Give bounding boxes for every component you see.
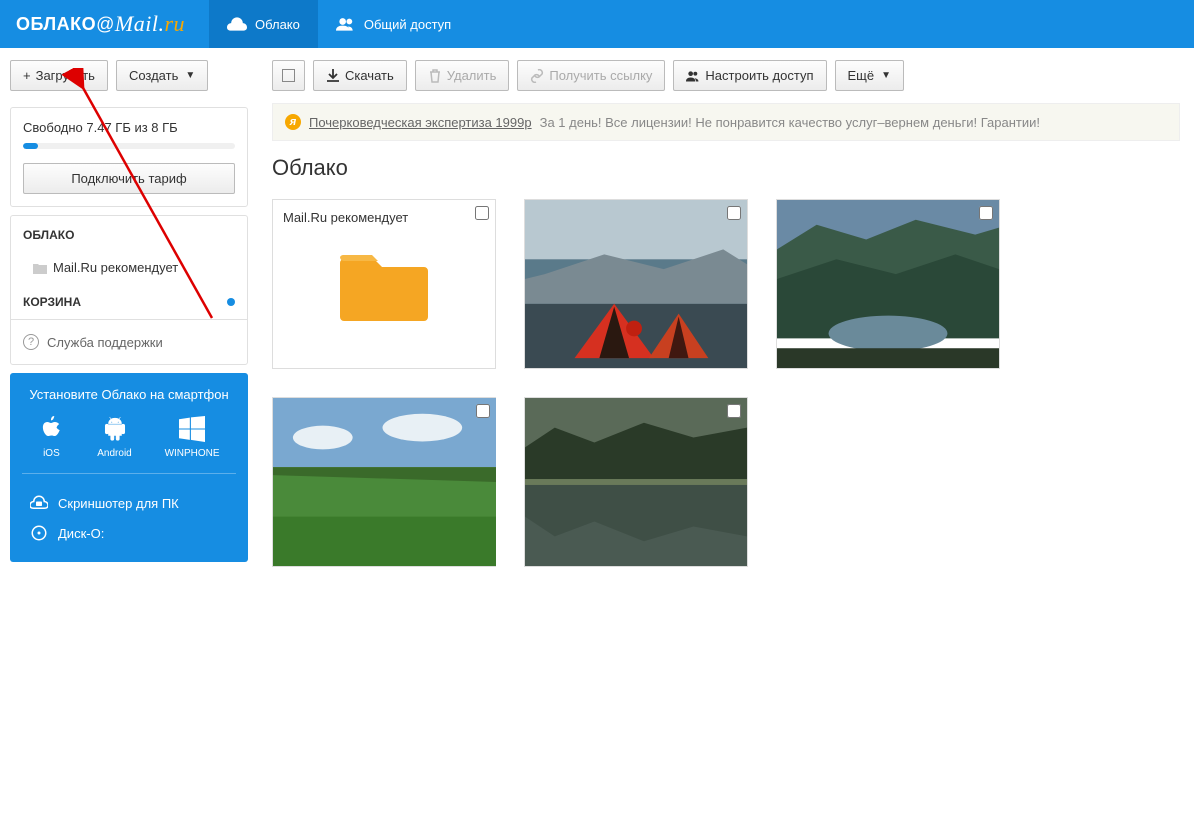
connect-tariff-button[interactable]: Подключить тариф	[23, 163, 235, 194]
logo-at: @	[96, 14, 115, 35]
windows-icon	[179, 416, 205, 442]
ad-link[interactable]: Почерковедческая экспертиза 1999р	[309, 115, 532, 130]
storage-panel: Свободно 7.47 ГБ из 8 ГБ Подключить тари…	[10, 107, 248, 207]
nav-tree: ОБЛАКО Mail.Ru рекомендует КОРЗИНА ? Слу…	[10, 215, 248, 365]
support-label: Служба поддержки	[47, 335, 163, 350]
promo-panel: Установите Облако на смартфон iOS Androi…	[10, 373, 248, 562]
people-icon	[336, 16, 356, 32]
more-label: Ещё	[848, 68, 875, 83]
nav-section-cloud[interactable]: ОБЛАКО	[11, 216, 247, 252]
grid-image-item[interactable]	[524, 199, 748, 369]
ad-text: За 1 день! Все лицензии! Не понравится к…	[540, 115, 1040, 130]
connect-tariff-label: Подключить тариф	[71, 171, 186, 186]
image-thumbnail	[777, 200, 999, 368]
getlink-label: Получить ссылку	[549, 68, 652, 83]
ad-icon: я	[285, 114, 301, 130]
toolbar: Скачать Удалить Получить ссылку Настроит…	[272, 60, 1180, 91]
app-header: ОБЛАКО@Mail.ru Облако Общий доступ	[0, 0, 1194, 48]
cloud-icon	[227, 16, 247, 32]
page-title: Облако	[272, 155, 1180, 181]
folder-large-icon	[339, 247, 429, 322]
nav-tab-shared[interactable]: Общий доступ	[318, 0, 469, 48]
sidebar: + Загрузить Создать ▼ Свободно 7.47 ГБ и…	[0, 48, 258, 579]
sidebar-item-recommends[interactable]: Mail.Ru рекомендует	[11, 252, 247, 283]
apple-icon	[38, 416, 64, 442]
nav-section-trash[interactable]: КОРЗИНА	[11, 283, 247, 319]
section-label: КОРЗИНА	[23, 295, 81, 309]
platform-winphone[interactable]: WINPHONE	[165, 416, 220, 459]
logo-mail: Mail	[115, 11, 159, 37]
promo-link-label: Скриншотер для ПК	[58, 496, 179, 511]
ad-banner[interactable]: я Почерковедческая экспертиза 1999р За 1…	[272, 103, 1180, 141]
promo-screenshoter[interactable]: Скриншотер для ПК	[22, 488, 236, 518]
access-label: Настроить доступ	[705, 68, 813, 83]
grid-image-item[interactable]	[524, 397, 748, 567]
create-label: Создать	[129, 68, 178, 83]
main-content: Скачать Удалить Получить ссылку Настроит…	[258, 48, 1194, 579]
android-icon	[102, 416, 128, 442]
item-checkbox[interactable]	[727, 404, 741, 418]
disk-icon	[30, 524, 48, 542]
nav-tab-cloud[interactable]: Облако	[209, 0, 318, 48]
storage-bar	[23, 143, 235, 149]
logo-ru: ru	[164, 11, 185, 37]
folder-name: Mail.Ru рекомендует	[283, 210, 408, 225]
link-icon	[530, 69, 544, 83]
help-icon: ?	[23, 334, 39, 350]
people-icon	[686, 69, 700, 83]
download-button[interactable]: Скачать	[313, 60, 407, 91]
image-thumbnail	[273, 398, 496, 566]
chevron-down-icon: ▼	[185, 70, 195, 81]
logo-text: ОБЛАКО	[16, 14, 96, 35]
delete-label: Удалить	[447, 68, 497, 83]
promo-disko[interactable]: Диск-О:	[22, 518, 236, 548]
plus-icon: +	[23, 68, 31, 83]
file-grid: Mail.Ru рекомендует	[272, 199, 1180, 567]
more-button[interactable]: Ещё ▼	[835, 60, 905, 91]
select-all-checkbox[interactable]	[272, 60, 305, 91]
item-checkbox[interactable]	[727, 206, 741, 220]
platform-label: iOS	[43, 448, 60, 459]
section-label: ОБЛАКО	[23, 228, 74, 242]
platform-label: Android	[97, 448, 131, 459]
item-checkbox[interactable]	[979, 206, 993, 220]
platform-label: WINPHONE	[165, 448, 220, 459]
create-button[interactable]: Создать ▼	[116, 60, 208, 91]
access-button[interactable]: Настроить доступ	[673, 60, 826, 91]
platform-ios[interactable]: iOS	[38, 416, 64, 459]
camera-cloud-icon	[30, 494, 48, 512]
promo-link-label: Диск-О:	[58, 526, 104, 541]
trash-icon	[428, 69, 442, 83]
download-label: Скачать	[345, 68, 394, 83]
grid-folder-item[interactable]: Mail.Ru рекомендует	[272, 199, 496, 369]
delete-button[interactable]: Удалить	[415, 60, 510, 91]
chevron-down-icon: ▼	[881, 70, 891, 81]
getlink-button[interactable]: Получить ссылку	[517, 60, 665, 91]
nav-tab-label: Облако	[255, 17, 300, 32]
nav-tab-label: Общий доступ	[364, 17, 451, 32]
checkbox-icon	[282, 69, 295, 82]
upload-label: Загрузить	[36, 68, 95, 83]
logo[interactable]: ОБЛАКО@Mail.ru	[0, 11, 201, 37]
platform-android[interactable]: Android	[97, 416, 131, 459]
nav-item-label: Mail.Ru рекомендует	[53, 260, 178, 275]
item-checkbox[interactable]	[476, 404, 490, 418]
grid-image-item[interactable]	[776, 199, 1000, 369]
upload-button[interactable]: + Загрузить	[10, 60, 108, 91]
support-link[interactable]: ? Служба поддержки	[11, 319, 247, 364]
grid-image-item[interactable]	[272, 397, 496, 567]
indicator-dot	[227, 298, 235, 306]
storage-fill	[23, 143, 38, 149]
item-checkbox[interactable]	[475, 206, 489, 220]
promo-title: Установите Облако на смартфон	[22, 387, 236, 402]
storage-text: Свободно 7.47 ГБ из 8 ГБ	[23, 120, 235, 135]
image-thumbnail	[525, 398, 747, 566]
image-thumbnail	[525, 200, 747, 368]
folder-icon	[33, 262, 47, 274]
download-icon	[326, 69, 340, 83]
